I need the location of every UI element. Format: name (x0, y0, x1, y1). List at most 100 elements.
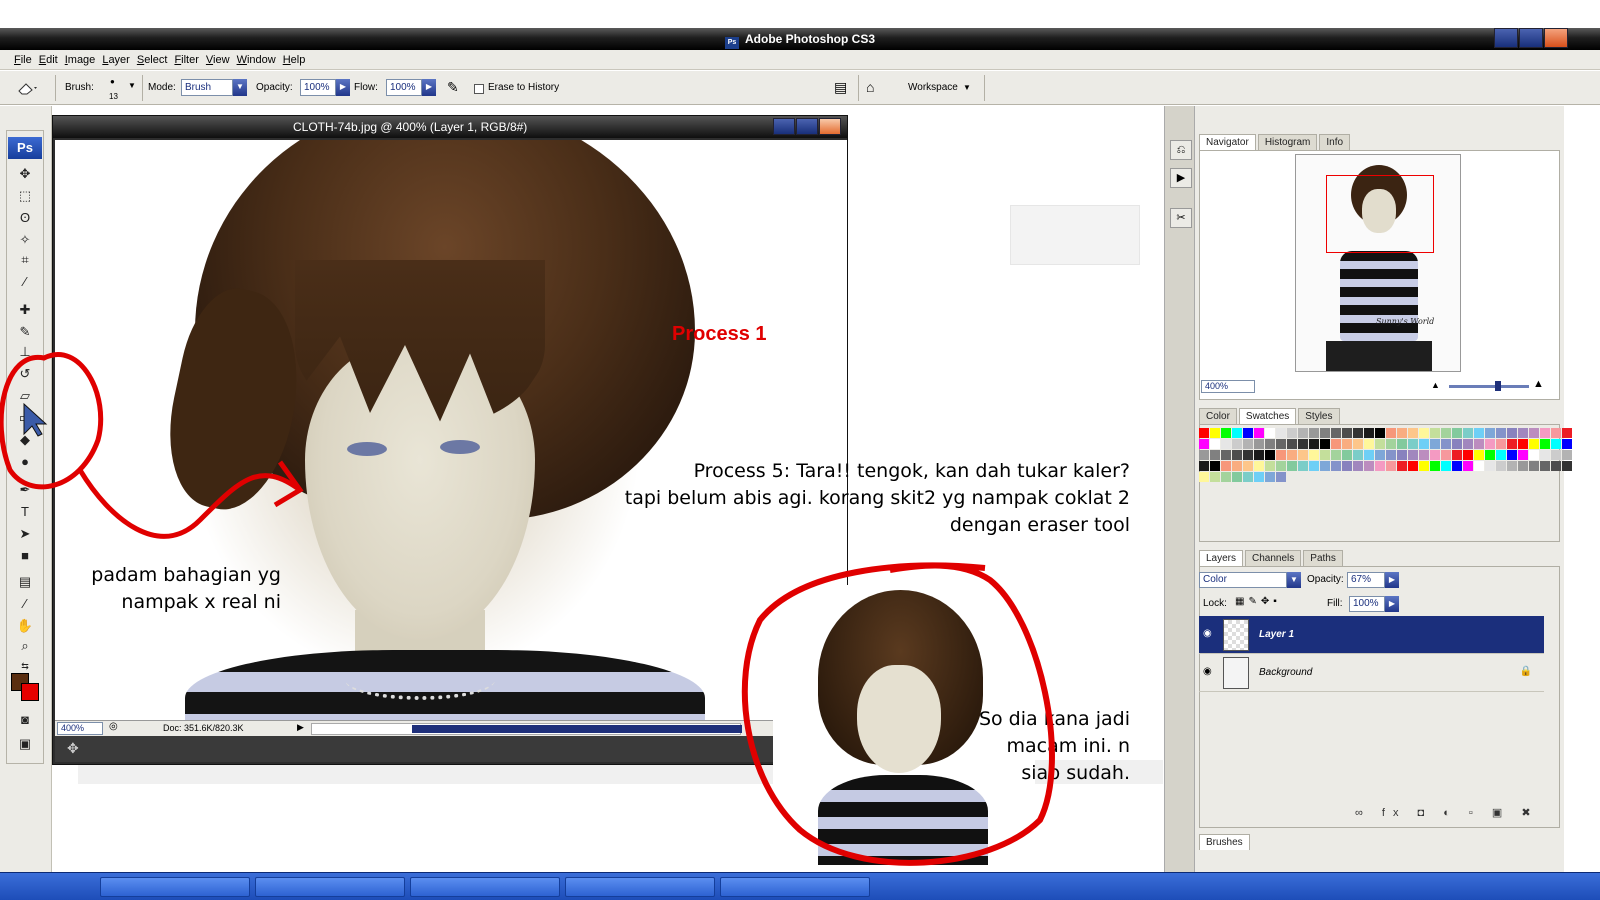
erase-history-checkbox[interactable] (474, 84, 484, 94)
menu-window[interactable]: Window (235, 50, 281, 69)
swatch[interactable] (1364, 461, 1374, 471)
swatch[interactable] (1199, 439, 1209, 449)
swatch[interactable] (1540, 450, 1550, 460)
swatch[interactable] (1551, 450, 1561, 460)
swatch[interactable] (1210, 472, 1220, 482)
swatch[interactable] (1309, 439, 1319, 449)
mode-select[interactable]: Brush (181, 79, 233, 96)
swatch[interactable] (1551, 428, 1561, 438)
swatch[interactable] (1243, 472, 1253, 482)
swatch[interactable] (1309, 461, 1319, 471)
swatch[interactable] (1331, 450, 1341, 460)
swatch[interactable] (1518, 428, 1528, 438)
swatch[interactable] (1353, 450, 1363, 460)
swatch[interactable] (1496, 439, 1506, 449)
swatch[interactable] (1397, 439, 1407, 449)
swatch[interactable] (1397, 461, 1407, 471)
swatch[interactable] (1430, 439, 1440, 449)
swatch[interactable] (1419, 439, 1429, 449)
swatch[interactable] (1254, 439, 1264, 449)
swatch[interactable] (1210, 450, 1220, 460)
swatch[interactable] (1507, 461, 1517, 471)
marquee-tool-icon[interactable]: ⬚ (15, 187, 35, 205)
tab-paths[interactable]: Paths (1303, 550, 1343, 566)
swatch[interactable] (1408, 428, 1418, 438)
zoom-tool-icon[interactable]: ⌕ (15, 637, 35, 655)
swatch[interactable] (1562, 450, 1572, 460)
swatch[interactable] (1485, 450, 1495, 460)
horizontal-scrollbar[interactable] (311, 723, 742, 735)
minimize-button[interactable] (1494, 28, 1518, 48)
notes-tool-icon[interactable]: ▤ (15, 573, 35, 591)
status-menu-icon[interactable]: ◎ (109, 721, 118, 732)
swatch[interactable] (1430, 461, 1440, 471)
blur-tool-icon[interactable]: ◆ (15, 431, 35, 449)
swatch[interactable] (1529, 439, 1539, 449)
layer-row-background[interactable]: ◉ Background 🔒 (1199, 654, 1544, 692)
eyedropper-icon[interactable]: ⁄ (15, 595, 35, 613)
swatch[interactable] (1199, 450, 1209, 460)
swatch[interactable] (1210, 439, 1220, 449)
swatch[interactable] (1353, 461, 1363, 471)
swatch[interactable] (1518, 450, 1528, 460)
swatch[interactable] (1232, 461, 1242, 471)
airbrush-icon[interactable]: ✎ (447, 79, 459, 96)
swatch[interactable] (1298, 461, 1308, 471)
layer-opacity-arrow-icon[interactable]: ▶ (1385, 572, 1399, 588)
swatch[interactable] (1397, 428, 1407, 438)
type-tool-icon[interactable]: T (15, 503, 35, 521)
healing-brush-icon[interactable]: ✚ (15, 301, 35, 319)
swatch[interactable] (1221, 450, 1231, 460)
tab-color[interactable]: Color (1199, 408, 1237, 424)
eye-icon[interactable]: ◉ (1203, 666, 1217, 678)
swatch[interactable] (1397, 450, 1407, 460)
gradient-tool-icon[interactable]: ▭ (15, 409, 35, 427)
status-arrow-icon[interactable]: ▶ (297, 722, 304, 733)
layer-row-layer1[interactable]: ◉ Layer 1 (1199, 616, 1544, 654)
history-panel-icon[interactable]: ⎌ (1170, 140, 1192, 160)
swatch[interactable] (1199, 428, 1209, 438)
swatch[interactable] (1441, 450, 1451, 460)
swatch[interactable] (1562, 439, 1572, 449)
eraser-tool-icon[interactable]: ▱ (15, 387, 35, 405)
tab-styles[interactable]: Styles (1298, 408, 1340, 424)
swatch[interactable] (1320, 439, 1330, 449)
menu-file[interactable]: File (12, 50, 37, 69)
document-canvas[interactable] (55, 140, 847, 720)
swatch[interactable] (1265, 472, 1275, 482)
swatch[interactable] (1265, 428, 1275, 438)
tab-swatches[interactable]: Swatches (1238, 408, 1297, 424)
mode-dropdown-icon[interactable]: ▼ (233, 79, 247, 96)
swatch[interactable] (1518, 439, 1528, 449)
fill-input[interactable]: 100% (1349, 596, 1385, 612)
brush-dot-icon[interactable]: ● (110, 77, 115, 86)
swatch[interactable] (1298, 450, 1308, 460)
hand-tool-icon[interactable]: ✋ (15, 617, 35, 635)
swatch[interactable] (1408, 461, 1418, 471)
document-title-bar[interactable]: CLOTH-74b.jpg @ 400% (Layer 1, RGB/8#) (53, 116, 847, 138)
swatch[interactable] (1485, 461, 1495, 471)
tab-histogram[interactable]: Histogram (1257, 134, 1318, 150)
swatch[interactable] (1375, 450, 1385, 460)
swatch[interactable] (1221, 472, 1231, 482)
swatch[interactable] (1287, 428, 1297, 438)
swatch[interactable] (1276, 461, 1286, 471)
swatch[interactable] (1529, 428, 1539, 438)
swatch[interactable] (1232, 472, 1242, 482)
swatch[interactable] (1562, 428, 1572, 438)
layer-opacity-input[interactable]: 67% (1347, 572, 1385, 588)
swatch[interactable] (1408, 439, 1418, 449)
swatch[interactable] (1199, 461, 1209, 471)
swatch[interactable] (1386, 450, 1396, 460)
doc-minimize-button[interactable] (773, 118, 795, 135)
doc-zoom-field[interactable]: 400% (57, 722, 103, 735)
swatch[interactable] (1331, 461, 1341, 471)
path-select-icon[interactable]: ➤ (15, 525, 35, 543)
swatch[interactable] (1496, 450, 1506, 460)
swatch[interactable] (1507, 428, 1517, 438)
menu-edit[interactable]: Edit (37, 50, 63, 69)
swatch[interactable] (1452, 439, 1462, 449)
zoom-slider[interactable] (1449, 385, 1529, 388)
taskbar-button[interactable] (565, 877, 715, 897)
navigator-thumbnail[interactable]: Sunny's World (1295, 154, 1461, 372)
